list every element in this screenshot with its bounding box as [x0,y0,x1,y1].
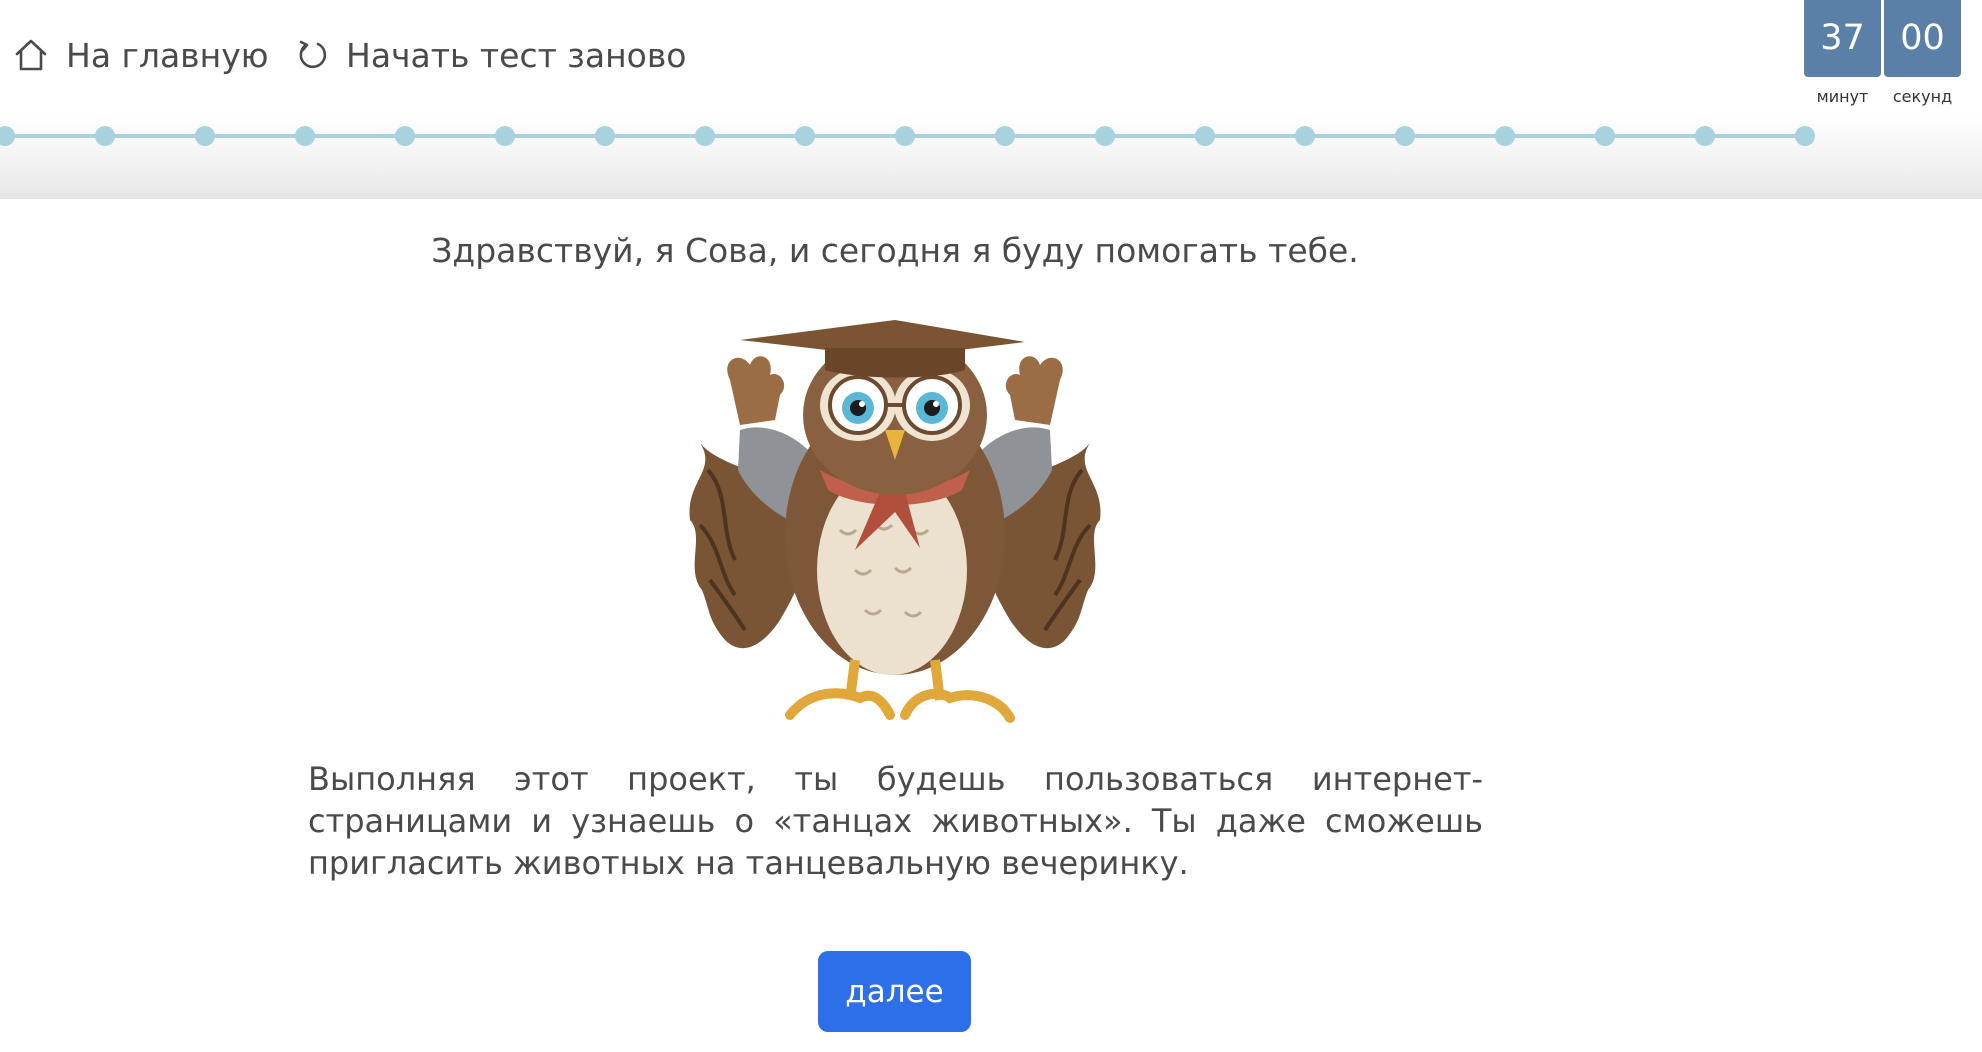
progress-step-dot [195,126,215,146]
progress-step-dot [895,126,915,146]
home-link[interactable]: На главную [12,30,269,80]
timer-minutes: 37 минут [1804,0,1881,106]
progress-step-dot [295,126,315,146]
progress-step-dot [495,126,515,146]
timer-seconds: 00 секунд [1884,0,1961,106]
progress-steps [0,126,1815,146]
progress-step-dot [1495,126,1515,146]
progress-step-dot [1095,126,1115,146]
progress-step-dot [995,126,1015,146]
progress-step-dot [395,126,415,146]
progress-step-dot [595,126,615,146]
restart-test-link[interactable]: Начать тест заново [296,30,686,80]
progress-step-dot [695,126,715,146]
progress-step-dot [1695,126,1715,146]
restart-link-label: Начать тест заново [346,35,687,75]
progress-step-dot [95,126,115,146]
progress-step-dot [1595,126,1615,146]
timer-minutes-value: 37 [1804,0,1881,77]
progress-step-dot [1195,126,1215,146]
refresh-icon [296,38,330,72]
owl-mascot-image [680,320,1110,740]
progress-step-dot [795,126,815,146]
progress-step-dot [1795,126,1815,146]
countdown-timer: 37 минут 00 секунд [1804,0,1961,106]
timer-minutes-label: минут [1816,87,1869,106]
next-button[interactable]: далее [818,951,971,1032]
home-link-label: На главную [66,35,269,75]
top-bar: На главную Начать тест заново 37 минут 0… [0,0,1982,199]
timer-seconds-label: секунд [1892,87,1953,106]
progress-step-dot [0,126,15,146]
project-description: Выполняя этот проект, ты будешь пользова… [308,760,1483,882]
home-icon [12,36,50,74]
progress-step-dot [1295,126,1315,146]
progress-step-dot [1395,126,1415,146]
greeting-text: Здравствуй, я Сова, и сегодня я буду пом… [431,231,1359,270]
timer-seconds-value: 00 [1884,0,1961,77]
